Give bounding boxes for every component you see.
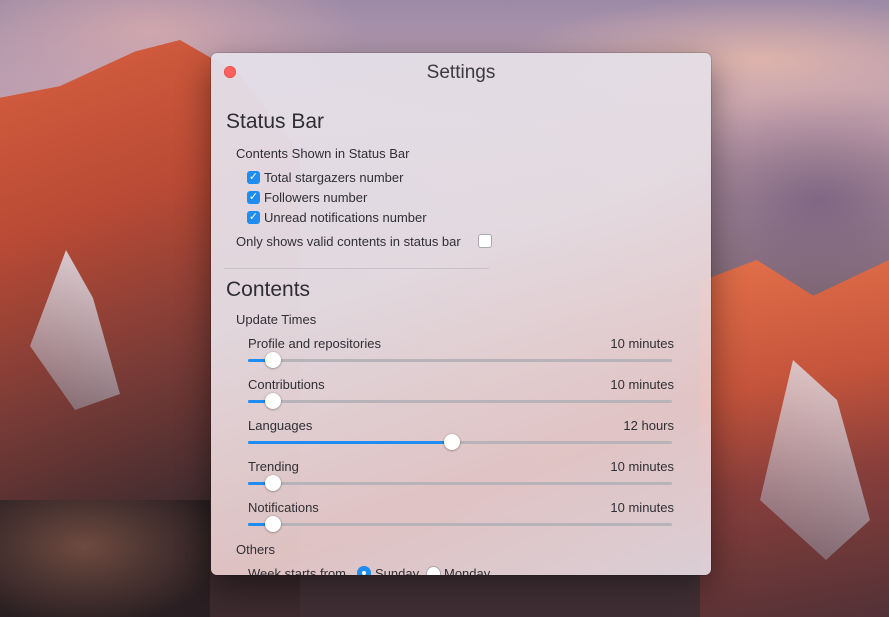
monday-label: Monday [444,566,491,575]
slider-label: Profile and repositories [248,336,381,351]
slider-value: 10 minutes [610,459,674,474]
slider-knob[interactable] [265,352,281,368]
followers-label: Followers number [264,190,368,205]
stargazers-label: Total stargazers number [264,170,404,185]
settings-window: Settings Status Bar Contents Shown in St… [211,53,711,575]
slider-fill [248,441,452,444]
section-divider [224,268,489,269]
sunday-radio[interactable] [357,566,371,575]
unread-notifications-label: Unread notifications number [264,210,427,225]
status-bar-group-label: Contents Shown in Status Bar [236,146,410,161]
week-start-label: Week starts from [248,566,347,575]
slider-value: 10 minutes [610,336,674,351]
slider-value: 10 minutes [610,377,674,392]
valid-only-checkbox[interactable] [478,234,492,248]
slider-value: 10 minutes [610,500,674,515]
update-time-slider[interactable] [248,434,672,450]
unread-notifications-checkbox[interactable]: ✓ [247,211,260,224]
stargazers-checkbox[interactable]: ✓ [247,171,260,184]
slider-knob[interactable] [444,434,460,450]
update-times-label: Update Times [236,312,317,327]
update-time-slider[interactable] [248,393,672,409]
monday-radio[interactable] [426,566,441,575]
title-bar: Settings [211,53,711,91]
update-time-slider[interactable] [248,475,672,491]
slider-label: Trending [248,459,299,474]
slider-knob[interactable] [265,475,281,491]
slider-label: Languages [248,418,313,433]
slider-knob[interactable] [265,516,281,532]
wallpaper-rocks [0,500,210,617]
slider-value: 12 hours [623,418,674,433]
window-title: Settings [426,62,496,83]
slider-label: Notifications [248,500,319,515]
others-label: Others [236,542,276,557]
status-bar-heading: Status Bar [226,110,325,133]
update-time-slider[interactable] [248,516,672,532]
update-time-slider[interactable] [248,352,672,368]
valid-only-label: Only shows valid contents in status bar [236,234,461,249]
followers-checkbox[interactable]: ✓ [247,191,260,204]
slider-label: Contributions [248,377,325,392]
contents-heading: Contents [226,278,311,301]
sunday-label: Sunday [375,566,420,575]
slider-knob[interactable] [265,393,281,409]
